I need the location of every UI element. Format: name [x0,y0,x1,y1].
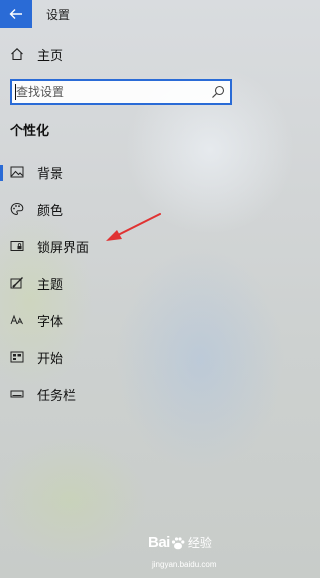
nav-item-start[interactable]: 开始 [0,344,240,370]
nav-item-label: 背景 [37,167,64,182]
home-icon [11,48,23,61]
home-label: 主页 [37,49,64,64]
nav-item-label: 锁屏界面 [37,241,90,256]
lock-screen-icon [10,241,24,251]
font-icon [10,314,23,325]
window-title: 设置 [46,8,71,22]
nav-item-label: 任务栏 [37,389,77,404]
palette-icon [10,202,24,216]
start-menu-icon [10,351,24,363]
nav-item-label: 主题 [37,278,64,293]
annotation-arrow [106,213,161,241]
theme-brush-icon [10,277,23,289]
nav-item-themes[interactable]: 主题 [0,270,240,296]
nav-item-fonts[interactable]: 字体 [0,307,240,333]
back-button[interactable] [0,0,32,28]
nav-item-background[interactable]: 背景 [0,159,240,185]
search-input[interactable] [16,84,206,100]
selection-indicator [0,165,3,181]
nav-item-label: 颜色 [37,204,64,219]
picture-icon [10,166,24,178]
search-box[interactable] [10,79,232,105]
paw-icon [171,536,185,549]
nav-item-label: 字体 [37,315,64,330]
section-title: 个性化 [10,124,50,139]
title-bar: 设置 [0,0,240,28]
nav-item-taskbar[interactable]: 任务栏 [0,381,240,407]
watermark-brand-cn: 经验 [187,536,212,550]
baidu-watermark: Bai 经验 jingyan.baidu.com [148,534,236,574]
home-link[interactable]: 主页 [0,42,240,66]
taskbar-icon [10,390,24,398]
search-icon[interactable] [211,85,225,99]
nav-item-label: 开始 [37,352,64,367]
watermark-logo: Bai 经验 [148,534,212,551]
watermark-brand: Bai [148,534,170,551]
watermark-site: jingyan.baidu.com [152,560,217,569]
back-arrow-icon [9,9,22,19]
